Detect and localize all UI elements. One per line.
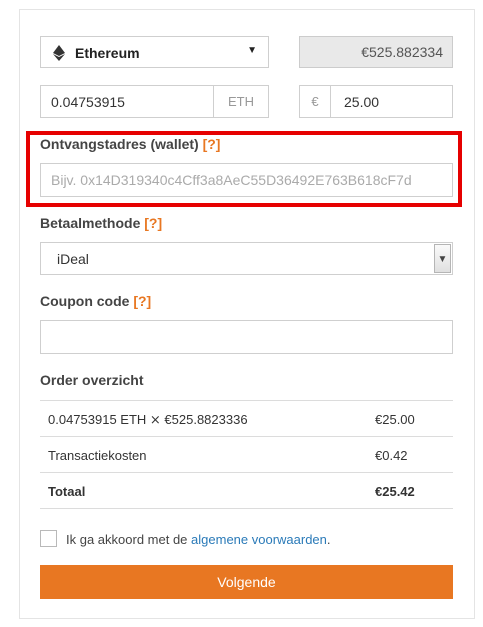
order-row: 0.04753915 ETH ⨯ €525.8823336 €25.00 xyxy=(40,401,453,437)
payment-selected-value: iDeal xyxy=(57,251,89,267)
payment-method-label: Betaalmethode [?] xyxy=(40,215,162,231)
ethereum-icon xyxy=(53,45,65,61)
wallet-help-link[interactable]: [?] xyxy=(203,136,221,152)
crypto-select[interactable]: Ethereum ▼ xyxy=(40,36,269,68)
next-button[interactable]: Volgende xyxy=(40,565,453,599)
coupon-help-link[interactable]: [?] xyxy=(133,293,151,309)
coupon-label-text: Coupon code xyxy=(40,293,130,309)
order-row-price: €25.00 xyxy=(375,412,415,427)
order-row: Transactiekosten €0.42 xyxy=(40,437,453,473)
wallet-placeholder: Bijv. 0x14D319340c4Cff3a8AeC55D36492E763… xyxy=(51,172,412,188)
wallet-label: Ontvangstadres (wallet) [?] xyxy=(40,136,220,152)
coupon-code-input[interactable] xyxy=(40,320,453,354)
order-total-price: €25.42 xyxy=(375,484,415,499)
order-row-desc: Transactiekosten xyxy=(48,448,147,463)
payment-label-text: Betaalmethode xyxy=(40,215,141,231)
terms-text: Ik ga akkoord met de algemene voorwaarde… xyxy=(66,532,331,547)
crypto-selected-label: Ethereum xyxy=(75,45,140,61)
chevron-down-icon[interactable]: ▼ xyxy=(434,244,451,273)
order-summary-title: Order overzicht xyxy=(40,372,144,388)
terms-suffix: . xyxy=(326,532,331,547)
eur-amount-input[interactable]: € 25.00 xyxy=(299,85,453,118)
eur-amount-value: 25.00 xyxy=(344,94,380,110)
eth-amount-input[interactable]: 0.04753915 ETH xyxy=(40,85,269,118)
order-total-label: Totaal xyxy=(48,484,86,499)
order-row-price: €0.42 xyxy=(375,448,408,463)
payment-method-select[interactable]: iDeal ▼ xyxy=(40,242,453,275)
eth-amount-value: 0.04753915 xyxy=(51,94,125,110)
wallet-address-input[interactable]: Bijv. 0x14D319340c4Cff3a8AeC55D36492E763… xyxy=(40,163,453,197)
exchange-rate-field: €525.882334 xyxy=(299,36,453,68)
terms-link[interactable]: algemene voorwaarden xyxy=(191,532,327,547)
chevron-down-icon: ▼ xyxy=(247,45,257,56)
order-row-desc: 0.04753915 ETH ⨯ €525.8823336 xyxy=(48,412,248,427)
terms-checkbox[interactable] xyxy=(40,530,57,547)
payment-help-link[interactable]: [?] xyxy=(144,215,162,231)
order-total-row: Totaal €25.42 xyxy=(40,473,453,509)
order-summary-table: 0.04753915 ETH ⨯ €525.8823336 €25.00 Tra… xyxy=(40,400,453,509)
wallet-label-text: Ontvangstadres (wallet) xyxy=(40,136,199,152)
terms-prefix: Ik ga akkoord met de xyxy=(66,532,188,547)
eth-unit-addon: ETH xyxy=(213,86,268,117)
coupon-label: Coupon code [?] xyxy=(40,293,151,309)
euro-unit-addon: € xyxy=(300,86,331,117)
